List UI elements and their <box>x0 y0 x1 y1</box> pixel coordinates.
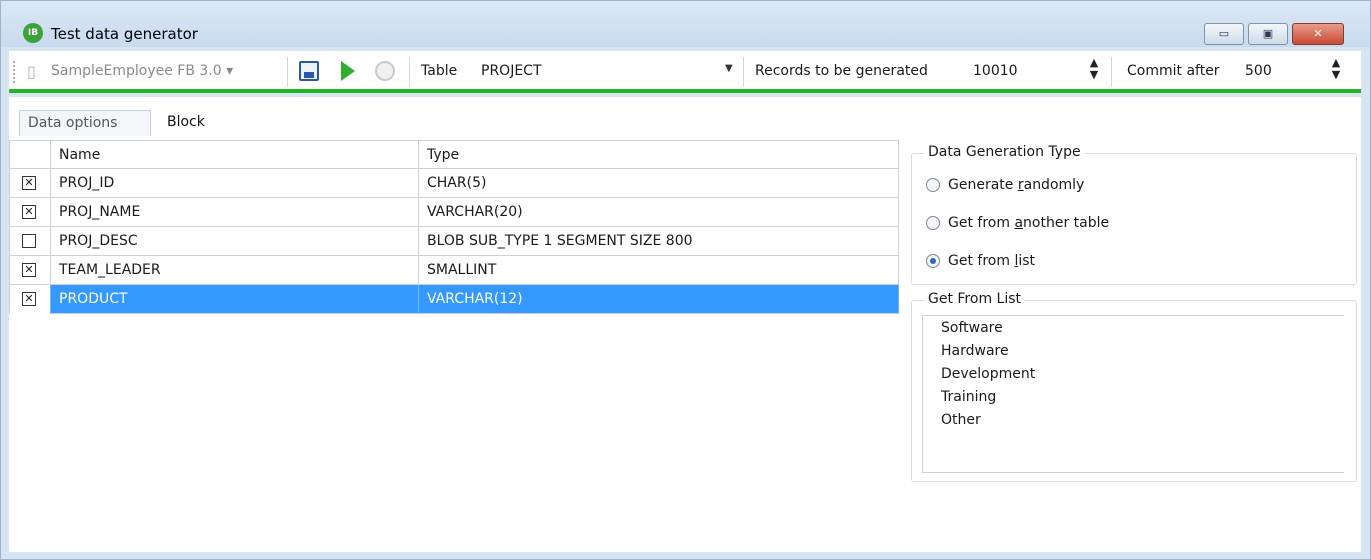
records-label: Records to be generated <box>755 63 928 79</box>
list-item: Hardware <box>941 343 1009 359</box>
tab-block[interactable]: Block <box>159 110 219 136</box>
toolbar-separator <box>743 57 744 87</box>
get-from-list-group: Get From List Software Hardware Developm… <box>911 291 1357 482</box>
row-check-cell: ✕ <box>9 285 51 314</box>
header-type[interactable]: Type <box>419 141 899 170</box>
grid-header: Name Type <box>9 140 899 170</box>
row-check-cell: ✕ <box>9 198 51 227</box>
radio-icon <box>926 178 940 192</box>
main-panel: Data options Block Name Type ✕ PROJ_ID C… <box>9 97 1361 552</box>
commit-spinner-icon[interactable]: ▲ ▼ <box>1329 57 1343 81</box>
commit-input[interactable]: 500 <box>1245 63 1272 79</box>
database-icon: ▯ <box>27 62 36 81</box>
data-generation-type-group: Data Generation Type Generate randomly G… <box>911 144 1357 285</box>
field-name: PROJ_NAME <box>51 198 419 227</box>
header-name[interactable]: Name <box>51 141 419 170</box>
row-checkbox[interactable] <box>22 234 36 248</box>
field-type: CHAR(5) <box>419 169 899 198</box>
tab-data-options[interactable]: Data options <box>19 110 151 136</box>
row-checkbox[interactable]: ✕ <box>22 205 36 219</box>
radio-selected-icon <box>926 254 940 268</box>
commit-label: Commit after <box>1127 63 1220 79</box>
row-checkbox[interactable]: ✕ <box>22 263 36 277</box>
field-name: PROJ_ID <box>51 169 419 198</box>
chevron-down-icon[interactable]: ▼ <box>725 63 733 74</box>
header-check-column <box>9 141 51 170</box>
title-bar[interactable]: IB Test data generator ▭ ▣ ✕ <box>1 1 1370 47</box>
table-row[interactable]: ✕ TEAM_LEADER SMALLINT <box>9 256 899 285</box>
close-button[interactable]: ✕ <box>1292 23 1344 45</box>
list-item: Other <box>941 412 981 428</box>
table-row-selected[interactable]: ✕ PRODUCT VARCHAR(12) <box>9 285 899 314</box>
run-icon[interactable] <box>341 61 355 81</box>
records-input[interactable]: 10010 <box>973 63 1018 79</box>
window-title: Test data generator <box>51 25 198 43</box>
field-type: VARCHAR(20) <box>419 198 899 227</box>
table-row[interactable]: PROJ_DESC BLOB SUB_TYPE 1 SEGMENT SIZE 8… <box>9 227 899 256</box>
radio-label: Get from another table <box>948 215 1110 231</box>
toolbar-separator <box>1111 57 1112 87</box>
group-title: Get From List <box>924 291 1026 307</box>
table-label: Table <box>421 63 458 79</box>
save-icon[interactable] <box>299 61 319 81</box>
table-select[interactable]: PROJECT <box>481 63 542 79</box>
field-type: VARCHAR(12) <box>419 285 899 314</box>
minimize-button[interactable]: ▭ <box>1204 23 1244 45</box>
row-check-cell: ✕ <box>9 256 51 285</box>
row-checkbox[interactable]: ✕ <box>22 176 36 190</box>
radio-icon <box>926 216 940 230</box>
toolbar-separator <box>287 57 288 87</box>
radio-label: Generate randomly <box>948 177 1085 193</box>
app-icon: IB <box>23 23 43 43</box>
field-type: BLOB SUB_TYPE 1 SEGMENT SIZE 800 <box>419 227 899 256</box>
toolbar-separator <box>409 57 410 87</box>
row-checkbox[interactable]: ✕ <box>22 292 36 306</box>
row-check-cell: ✕ <box>9 169 51 198</box>
toolbar: ▯ SampleEmployee FB 3.0 ▾ Table PROJECT … <box>9 51 1361 93</box>
list-item: Development <box>941 366 1036 382</box>
records-spinner-icon[interactable]: ▲ ▼ <box>1087 57 1101 81</box>
stop-icon[interactable] <box>375 61 395 81</box>
field-name: TEAM_LEADER <box>51 256 419 285</box>
list-values-textarea[interactable]: Software Hardware Development Training O… <box>922 315 1344 473</box>
field-name: PROJ_DESC <box>51 227 419 256</box>
database-name: SampleEmployee FB 3.0 <box>51 63 222 79</box>
fields-grid: Name Type ✕ PROJ_ID CHAR(5) ✕ PROJ_NAME … <box>9 140 899 320</box>
toolbar-grip[interactable] <box>13 61 17 83</box>
row-check-cell <box>9 227 51 256</box>
radio-label: Get from list <box>948 253 1036 269</box>
test-data-generator-window: IB Test data generator ▭ ▣ ✕ ▯ SampleEmp… <box>0 0 1371 560</box>
field-type: SMALLINT <box>419 256 899 285</box>
group-title: Data Generation Type <box>924 144 1085 160</box>
maximize-button[interactable]: ▣ <box>1248 23 1288 45</box>
table-row[interactable]: ✕ PROJ_ID CHAR(5) <box>9 169 899 198</box>
list-item: Software <box>941 320 1003 336</box>
field-name: PRODUCT <box>51 285 419 314</box>
table-row[interactable]: ✕ PROJ_NAME VARCHAR(20) <box>9 198 899 227</box>
database-selector[interactable]: SampleEmployee FB 3.0 ▾ <box>51 63 233 79</box>
list-item: Training <box>941 389 997 405</box>
chevron-down-icon: ▾ <box>226 63 234 79</box>
